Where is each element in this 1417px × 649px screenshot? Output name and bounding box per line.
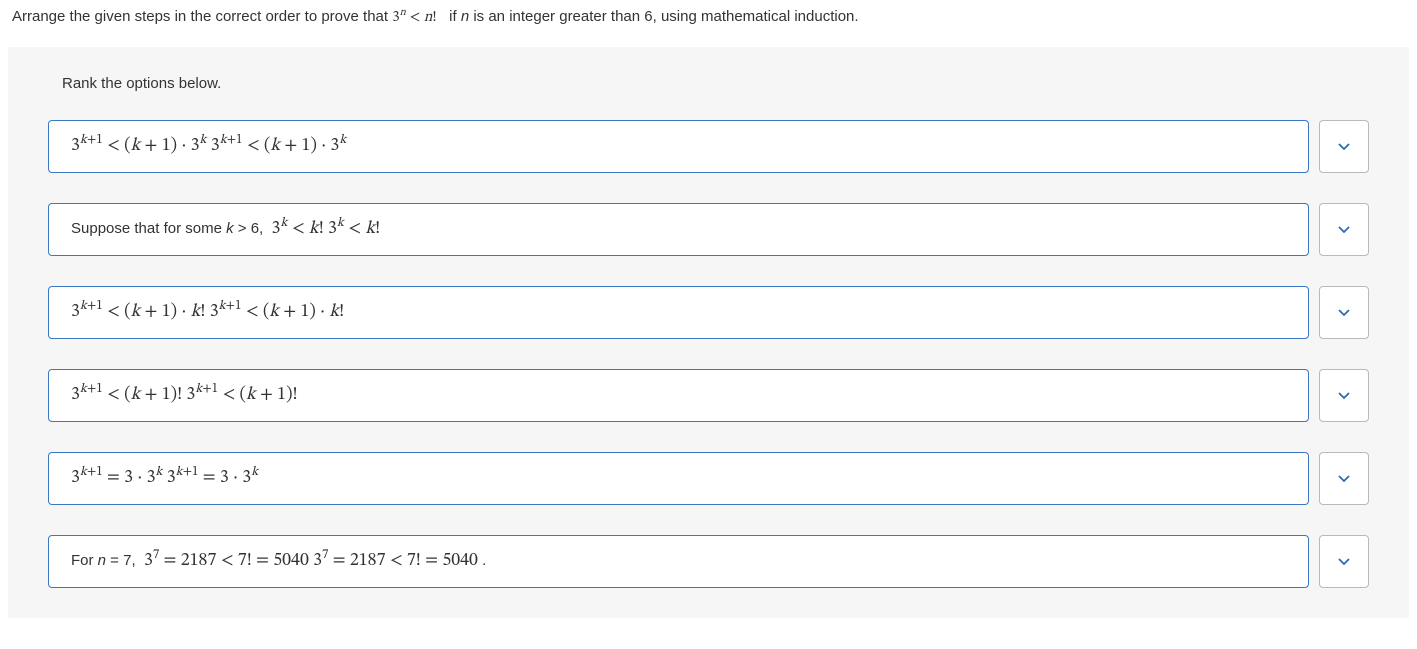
option-card-5[interactable]: 3k+1 = 3 · 3k 3k+1 = 3 · 3k xyxy=(48,452,1309,505)
prompt-pre: Arrange the given steps in the correct o… xyxy=(12,8,392,25)
option-card-6[interactable]: For n = 7, 37 = 2187 < 7! = 5040 37 = 21… xyxy=(48,535,1309,588)
question-prompt: Arrange the given steps in the correct o… xyxy=(0,0,1417,47)
option-card-1[interactable]: 3k+1 < (k + 1) · 3k 3k+1 < (k + 1) · 3k xyxy=(48,120,1309,173)
ranking-panel: Rank the options below. 3k+1 < (k + 1) ·… xyxy=(8,47,1409,618)
rank-dropdown-3[interactable] xyxy=(1319,286,1369,339)
option-content: 3k+1 < (k + 1)! 3k+1 < (k + 1)! xyxy=(71,384,298,407)
instruction-text: Rank the options below. xyxy=(48,47,1369,120)
option-content: 3k+1 < (k + 1) · k! 3k+1 < (k + 1) · k! xyxy=(71,301,344,324)
option-content: Suppose that for some k > 6, 3k < k! 3k … xyxy=(71,218,380,241)
prompt-math: 3n < n! xyxy=(392,10,436,25)
chevron-down-icon xyxy=(1338,221,1350,238)
rank-dropdown-4[interactable] xyxy=(1319,369,1369,422)
option-row: 3k+1 < (k + 1) · 3k 3k+1 < (k + 1) · 3k xyxy=(48,120,1369,173)
prompt-post: if n is an integer greater than 6, using… xyxy=(441,8,859,25)
option-row: For n = 7, 37 = 2187 < 7! = 5040 37 = 21… xyxy=(48,535,1369,588)
option-content: 3k+1 = 3 · 3k 3k+1 = 3 · 3k xyxy=(71,467,258,490)
option-row: Suppose that for some k > 6, 3k < k! 3k … xyxy=(48,203,1369,256)
rank-dropdown-5[interactable] xyxy=(1319,452,1369,505)
rank-dropdown-6[interactable] xyxy=(1319,535,1369,588)
chevron-down-icon xyxy=(1338,304,1350,321)
rank-dropdown-1[interactable] xyxy=(1319,120,1369,173)
option-content: For n = 7, 37 = 2187 < 7! = 5040 37 = 21… xyxy=(71,550,486,573)
option-row: 3k+1 = 3 · 3k 3k+1 = 3 · 3k xyxy=(48,452,1369,505)
option-card-4[interactable]: 3k+1 < (k + 1)! 3k+1 < (k + 1)! xyxy=(48,369,1309,422)
option-card-2[interactable]: Suppose that for some k > 6, 3k < k! 3k … xyxy=(48,203,1309,256)
chevron-down-icon xyxy=(1338,138,1350,155)
chevron-down-icon xyxy=(1338,470,1350,487)
option-row: 3k+1 < (k + 1) · k! 3k+1 < (k + 1) · k! xyxy=(48,286,1369,339)
option-card-3[interactable]: 3k+1 < (k + 1) · k! 3k+1 < (k + 1) · k! xyxy=(48,286,1309,339)
rank-dropdown-2[interactable] xyxy=(1319,203,1369,256)
chevron-down-icon xyxy=(1338,387,1350,404)
chevron-down-icon xyxy=(1338,553,1350,570)
option-row: 3k+1 < (k + 1)! 3k+1 < (k + 1)! xyxy=(48,369,1369,422)
option-content: 3k+1 < (k + 1) · 3k 3k+1 < (k + 1) · 3k xyxy=(71,135,346,158)
